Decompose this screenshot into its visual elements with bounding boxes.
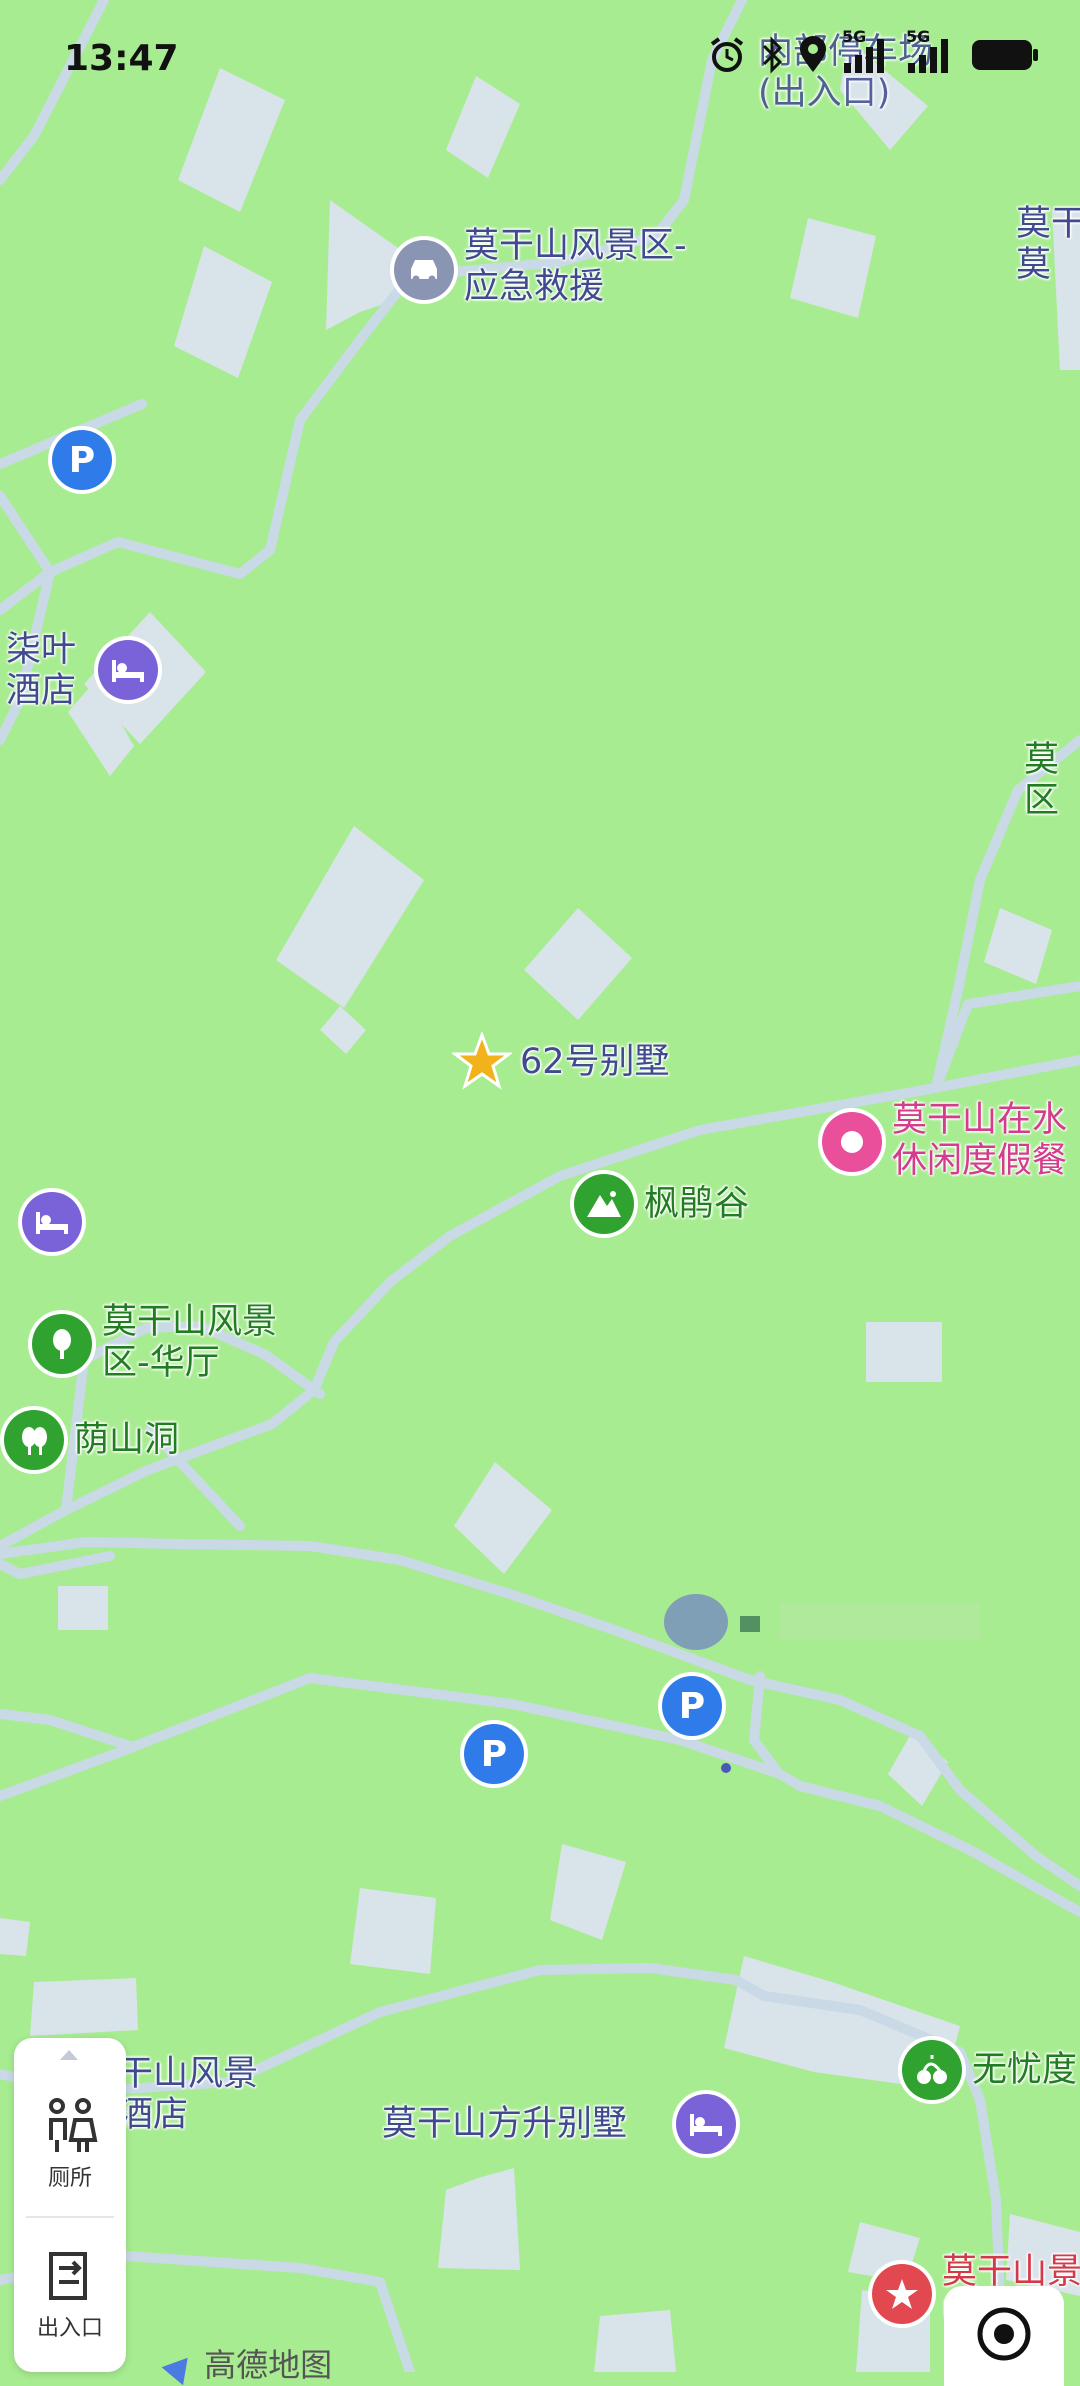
tree-icon[interactable] <box>32 1314 92 1374</box>
tree-icon[interactable] <box>4 1410 64 1470</box>
map-label-edge[interactable]: 莫干 莫 <box>1016 204 1080 286</box>
parking-icon[interactable]: P <box>662 1676 722 1736</box>
network-type: 5G <box>906 27 931 46</box>
network-type: 5G <box>842 27 867 46</box>
status-icons: 5G 5G <box>708 27 1040 78</box>
signal-icon: 5G <box>906 27 956 77</box>
hotel-icon[interactable] <box>22 1192 82 1252</box>
map-label-cave[interactable]: 荫山洞 <box>74 1420 179 1461</box>
emergency-car-icon[interactable] <box>394 240 454 300</box>
cherry-icon[interactable] <box>902 2040 962 2100</box>
map-label-scenic-hall[interactable]: 莫干山风景 区-华厅 <box>102 1302 277 1384</box>
toilet-label: 厕所 <box>47 2166 92 2191</box>
entrance-label: 出入口 <box>36 2316 103 2341</box>
map-label-edge[interactable]: 莫 区 <box>1024 740 1059 822</box>
star-scenic-icon[interactable] <box>872 2264 932 2324</box>
map-label-scenic[interactable]: 无忧度 <box>972 2050 1077 2091</box>
entrance-button[interactable]: 出入口 <box>14 2248 126 2342</box>
watermark-text: 高德地图 <box>204 2346 333 2384</box>
hotel-icon[interactable] <box>98 640 158 700</box>
star-icon[interactable] <box>452 1032 512 1092</box>
map-canvas[interactable] <box>0 0 1080 2372</box>
alarm-icon <box>708 36 746 78</box>
bluetooth-icon <box>760 36 784 78</box>
mountain-icon[interactable] <box>574 1174 634 1234</box>
map-watermark: 高德地图 <box>161 2340 333 2386</box>
hotel-icon[interactable] <box>676 2094 736 2154</box>
pink-dot-icon[interactable] <box>822 1112 882 1172</box>
battery-icon <box>970 38 1040 76</box>
signal-icon: 5G <box>842 27 892 77</box>
toilet-icon <box>14 2096 126 2160</box>
location-icon <box>798 36 828 78</box>
map-label-emergency[interactable]: 莫干山风景区- 应急救援 <box>464 226 687 308</box>
facility-panel: 厕所 出入口 <box>14 2038 126 2372</box>
map-label-restaurant[interactable]: 莫干山在水 休闲度假餐 <box>892 1100 1067 1182</box>
location-dot <box>721 1763 731 1773</box>
map-label-hotel[interactable]: 柒叶 酒店 <box>6 630 76 712</box>
chevron-up-icon[interactable] <box>60 2050 78 2060</box>
navigation-arrow-icon <box>161 2348 199 2386</box>
locate-button[interactable] <box>944 2286 1064 2386</box>
locate-icon <box>976 2306 1032 2366</box>
parking-icon[interactable]: P <box>464 1724 524 1784</box>
panel-divider <box>26 2216 114 2218</box>
map-label-villa[interactable]: 62号别墅 <box>520 1042 670 1083</box>
status-time: 13:47 <box>64 38 179 79</box>
map-label-hotel[interactable]: 干山风景 酒店 <box>118 2054 258 2136</box>
parking-icon[interactable]: P <box>52 430 112 490</box>
map-label-villa[interactable]: 莫干山方升别墅 <box>382 2104 627 2145</box>
entrance-icon <box>14 2248 126 2310</box>
toilet-button[interactable]: 厕所 <box>14 2096 126 2192</box>
status-bar: 13:47 5G 5G <box>0 0 1080 120</box>
map-label-valley[interactable]: 枫鹃谷 <box>644 1184 749 1225</box>
